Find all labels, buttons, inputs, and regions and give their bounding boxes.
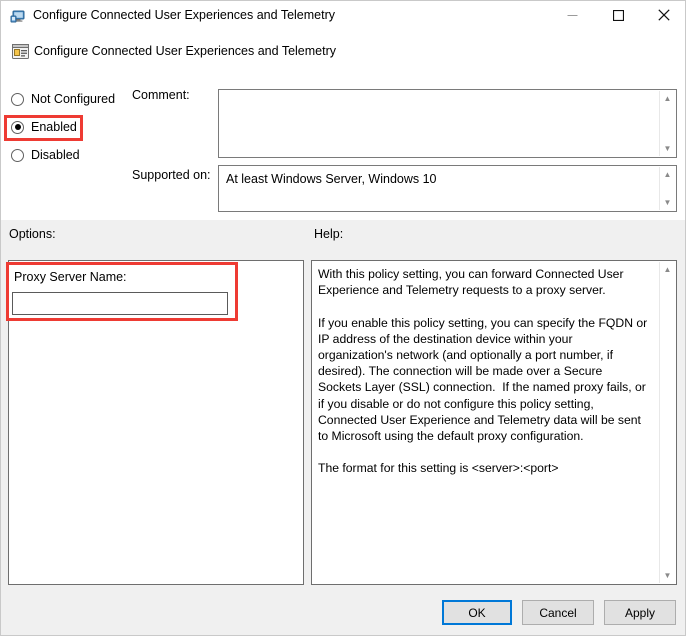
cancel-button[interactable]: Cancel [522, 600, 594, 625]
radio-label: Not Configured [31, 92, 115, 106]
radio-indicator [11, 149, 24, 162]
chevron-down-icon[interactable]: ▼ [660, 568, 676, 583]
group-policy-setting-dialog: Configure Connected User Experiences and… [0, 0, 686, 636]
chevron-up-icon[interactable]: ▲ [660, 91, 676, 106]
maximize-icon [613, 9, 624, 24]
help-label: Help: [314, 227, 343, 241]
supported-on-scrollbar[interactable]: ▲ ▼ [659, 167, 675, 210]
close-button[interactable] [641, 1, 686, 31]
help-panel: With this policy setting, you can forwar… [311, 260, 677, 585]
help-text: With this policy setting, you can forwar… [318, 266, 648, 477]
setting-header: Configure Connected User Experiences and… [1, 32, 686, 78]
comment-scrollbar[interactable]: ▲ ▼ [659, 91, 675, 156]
window-title: Configure Connected User Experiences and… [33, 8, 335, 22]
apply-button[interactable]: Apply [604, 600, 676, 625]
radio-label: Disabled [31, 148, 80, 162]
title-bar: Configure Connected User Experiences and… [1, 1, 686, 32]
proxy-server-name-label: Proxy Server Name: [14, 270, 127, 284]
chevron-down-icon[interactable]: ▼ [660, 195, 676, 210]
radio-disabled[interactable]: Disabled [11, 148, 80, 162]
radio-label: Enabled [31, 120, 77, 134]
ok-button[interactable]: OK [442, 600, 512, 625]
radio-indicator [11, 121, 24, 134]
radio-not-configured[interactable]: Not Configured [11, 92, 115, 106]
computer-monitor-icon [10, 9, 26, 25]
help-scrollbar[interactable]: ▲ ▼ [659, 262, 675, 583]
setting-title: Configure Connected User Experiences and… [34, 44, 336, 58]
supported-on-label: Supported on: [132, 168, 211, 182]
close-icon [658, 9, 670, 24]
radio-enabled[interactable]: Enabled [11, 120, 77, 134]
supported-on-field: At least Windows Server, Windows 10 ▲ ▼ [218, 165, 677, 212]
chevron-down-icon[interactable]: ▼ [660, 141, 676, 156]
radio-indicator [11, 93, 24, 106]
maximize-button[interactable] [595, 1, 641, 31]
minimize-button[interactable] [549, 1, 595, 31]
comment-label: Comment: [132, 88, 190, 102]
comment-field[interactable]: ▲ ▼ [218, 89, 677, 158]
supported-on-value: At least Windows Server, Windows 10 [226, 172, 437, 186]
proxy-server-name-input[interactable] [12, 292, 228, 315]
options-label: Options: [9, 227, 56, 241]
chevron-up-icon[interactable]: ▲ [660, 262, 676, 277]
policy-setting-icon [12, 43, 29, 60]
minimize-icon [567, 9, 578, 24]
chevron-up-icon[interactable]: ▲ [660, 167, 676, 182]
